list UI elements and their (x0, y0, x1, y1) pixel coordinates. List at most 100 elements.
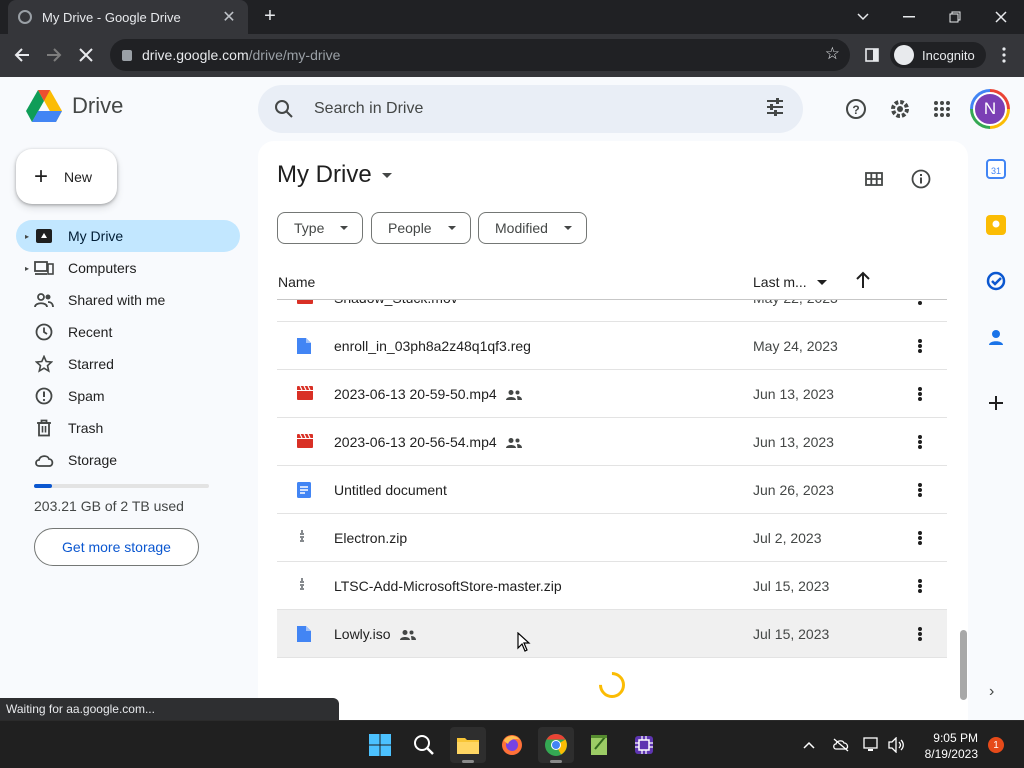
minimize-icon[interactable] (886, 0, 932, 34)
apps-grid-icon[interactable] (930, 97, 954, 121)
back-icon[interactable] (8, 41, 36, 69)
url-text: drive.google.com/drive/my-drive (142, 47, 340, 63)
address-bar[interactable]: drive.google.com/drive/my-drive ☆ (110, 39, 850, 71)
browser-tab-bar: My Drive - Google Drive ✕ + (0, 0, 1024, 34)
get-more-storage-button[interactable]: Get more storage (34, 528, 199, 566)
file-name-text: enroll_in_03ph8a2z48q1qf3.reg (334, 338, 531, 354)
screen: My Drive - Google Drive ✕ + drive.google… (0, 0, 1024, 768)
new-button[interactable]: + New (16, 149, 117, 204)
file-name: Electron.zip (334, 530, 407, 546)
close-window-icon[interactable] (978, 0, 1024, 34)
sidebar-item-label: Spam (68, 388, 105, 404)
file-row[interactable]: Electron.zip Jul 2, 2023 (277, 514, 947, 562)
browser-tab[interactable]: My Drive - Google Drive ✕ (8, 0, 248, 34)
new-button-label: New (64, 168, 93, 185)
tab-search-icon[interactable] (840, 0, 886, 34)
chrome-icon[interactable] (538, 727, 574, 763)
forward-icon[interactable] (40, 41, 68, 69)
cpu-monitor-icon[interactable] (626, 727, 662, 763)
bookmark-star-icon[interactable]: ☆ (825, 44, 840, 64)
search-bar[interactable]: Search in Drive (258, 85, 803, 133)
new-tab-button[interactable]: + (258, 4, 282, 28)
file-row[interactable]: enroll_in_03ph8a2z48q1qf3.reg May 24, 202… (277, 322, 947, 370)
add-addon-icon[interactable] (986, 393, 1006, 413)
contacts-icon[interactable] (986, 327, 1006, 347)
file-modified-date: May 22, 2023 (753, 300, 838, 306)
onedrive-icon[interactable] (831, 735, 851, 755)
sidebar-item-my-drive[interactable]: ▸ My Drive (16, 220, 240, 252)
calendar-icon[interactable]: 31 (986, 159, 1006, 179)
keep-icon[interactable] (986, 215, 1006, 235)
sidebar-item-spam[interactable]: Spam (16, 380, 240, 412)
filter-modified-chip[interactable]: Modified (478, 212, 587, 244)
info-icon[interactable] (909, 167, 933, 191)
grid-view-icon[interactable] (862, 167, 886, 191)
help-icon[interactable]: ? (844, 97, 868, 121)
drive-favicon-icon (18, 10, 32, 24)
chevron-right-icon[interactable]: › (989, 683, 994, 701)
more-actions-icon[interactable] (913, 300, 927, 308)
tray-overflow-chevron-icon[interactable] (799, 735, 819, 755)
search-options-icon[interactable] (765, 97, 785, 117)
stop-loading-icon[interactable] (72, 41, 100, 69)
more-actions-icon[interactable] (913, 528, 927, 548)
notepad-plus-icon[interactable] (582, 727, 618, 763)
more-actions-icon[interactable] (913, 624, 927, 644)
scrollbar-thumb[interactable] (960, 630, 967, 700)
expand-caret-icon[interactable]: ▸ (25, 264, 29, 273)
file-row[interactable]: Untitled document Jun 26, 2023 (277, 466, 947, 514)
chevron-down-icon (447, 226, 456, 230)
volume-icon[interactable] (886, 735, 906, 755)
filter-type-label: Type (294, 220, 325, 236)
file-explorer-icon[interactable] (450, 727, 486, 763)
start-button-icon[interactable] (362, 727, 398, 763)
account-avatar[interactable]: N (970, 89, 1010, 129)
clock-time: 9:05 PM (933, 731, 978, 745)
filter-people-chip[interactable]: People (371, 212, 471, 244)
expand-caret-icon[interactable]: ▸ (25, 232, 29, 241)
tasks-icon[interactable] (986, 271, 1006, 291)
side-panel-icon[interactable] (858, 41, 886, 69)
sidebar-item-recent[interactable]: Recent (16, 316, 240, 348)
drive-logo-icon (26, 90, 62, 122)
file-row[interactable]: 2023-06-13 20-56-54.mp4 Jun 13, 2023 (277, 418, 947, 466)
more-actions-icon[interactable] (913, 336, 927, 356)
video-file-icon (297, 433, 313, 450)
sidebar-item-trash[interactable]: Trash (16, 412, 240, 444)
more-actions-icon[interactable] (913, 576, 927, 596)
storage-used-text: 203.21 GB of 2 TB used (34, 498, 184, 514)
drive-logo[interactable]: Drive (26, 90, 123, 122)
column-last-modified[interactable]: Last m... (753, 274, 827, 290)
file-row[interactable]: LTSC-Add-MicrosoftStore-master.zip Jul 15… (277, 562, 947, 610)
sidebar-item-computers[interactable]: ▸ Computers (16, 252, 240, 284)
browser-status-bar: Waiting for aa.google.com... (0, 698, 339, 720)
file-row[interactable]: 2023-06-13 20-59-50.mp4 Jun 13, 2023 (277, 370, 947, 418)
storage-meter (34, 484, 209, 488)
my-drive-title-menu[interactable]: My Drive (277, 161, 392, 189)
notification-badge[interactable]: 1 (988, 737, 1004, 753)
sidebar-item-shared-with-me[interactable]: Shared with me (16, 284, 240, 316)
filter-type-chip[interactable]: Type (277, 212, 364, 244)
taskbar-search-icon[interactable] (406, 727, 442, 763)
sort-ascending-icon[interactable] (855, 271, 871, 289)
tab-close-icon[interactable]: ✕ (220, 7, 238, 27)
search-input[interactable]: Search in Drive (314, 100, 423, 118)
browser-menu-icon[interactable] (990, 41, 1018, 69)
search-icon[interactable] (274, 99, 294, 119)
incognito-badge[interactable]: Incognito (890, 42, 986, 68)
restore-icon[interactable] (932, 0, 978, 34)
sidebar-item-storage[interactable]: Storage (16, 444, 240, 476)
firefox-icon[interactable] (494, 727, 530, 763)
file-row[interactable]: Lowly.iso Jul 15, 2023 (277, 610, 947, 658)
file-row[interactable]: Shadow_Stuck.mov May 22, 2023 (277, 300, 947, 322)
settings-gear-icon[interactable] (888, 97, 912, 121)
taskbar-running-indicator (550, 760, 562, 763)
network-icon[interactable] (862, 735, 882, 755)
more-actions-icon[interactable] (913, 384, 927, 404)
column-name[interactable]: Name (278, 274, 315, 290)
more-actions-icon[interactable] (913, 480, 927, 500)
loading-spinner-icon (593, 666, 631, 704)
taskbar-clock[interactable]: 9:05 PM 8/19/2023 (914, 730, 978, 762)
sidebar-item-starred[interactable]: Starred (16, 348, 240, 380)
more-actions-icon[interactable] (913, 432, 927, 452)
